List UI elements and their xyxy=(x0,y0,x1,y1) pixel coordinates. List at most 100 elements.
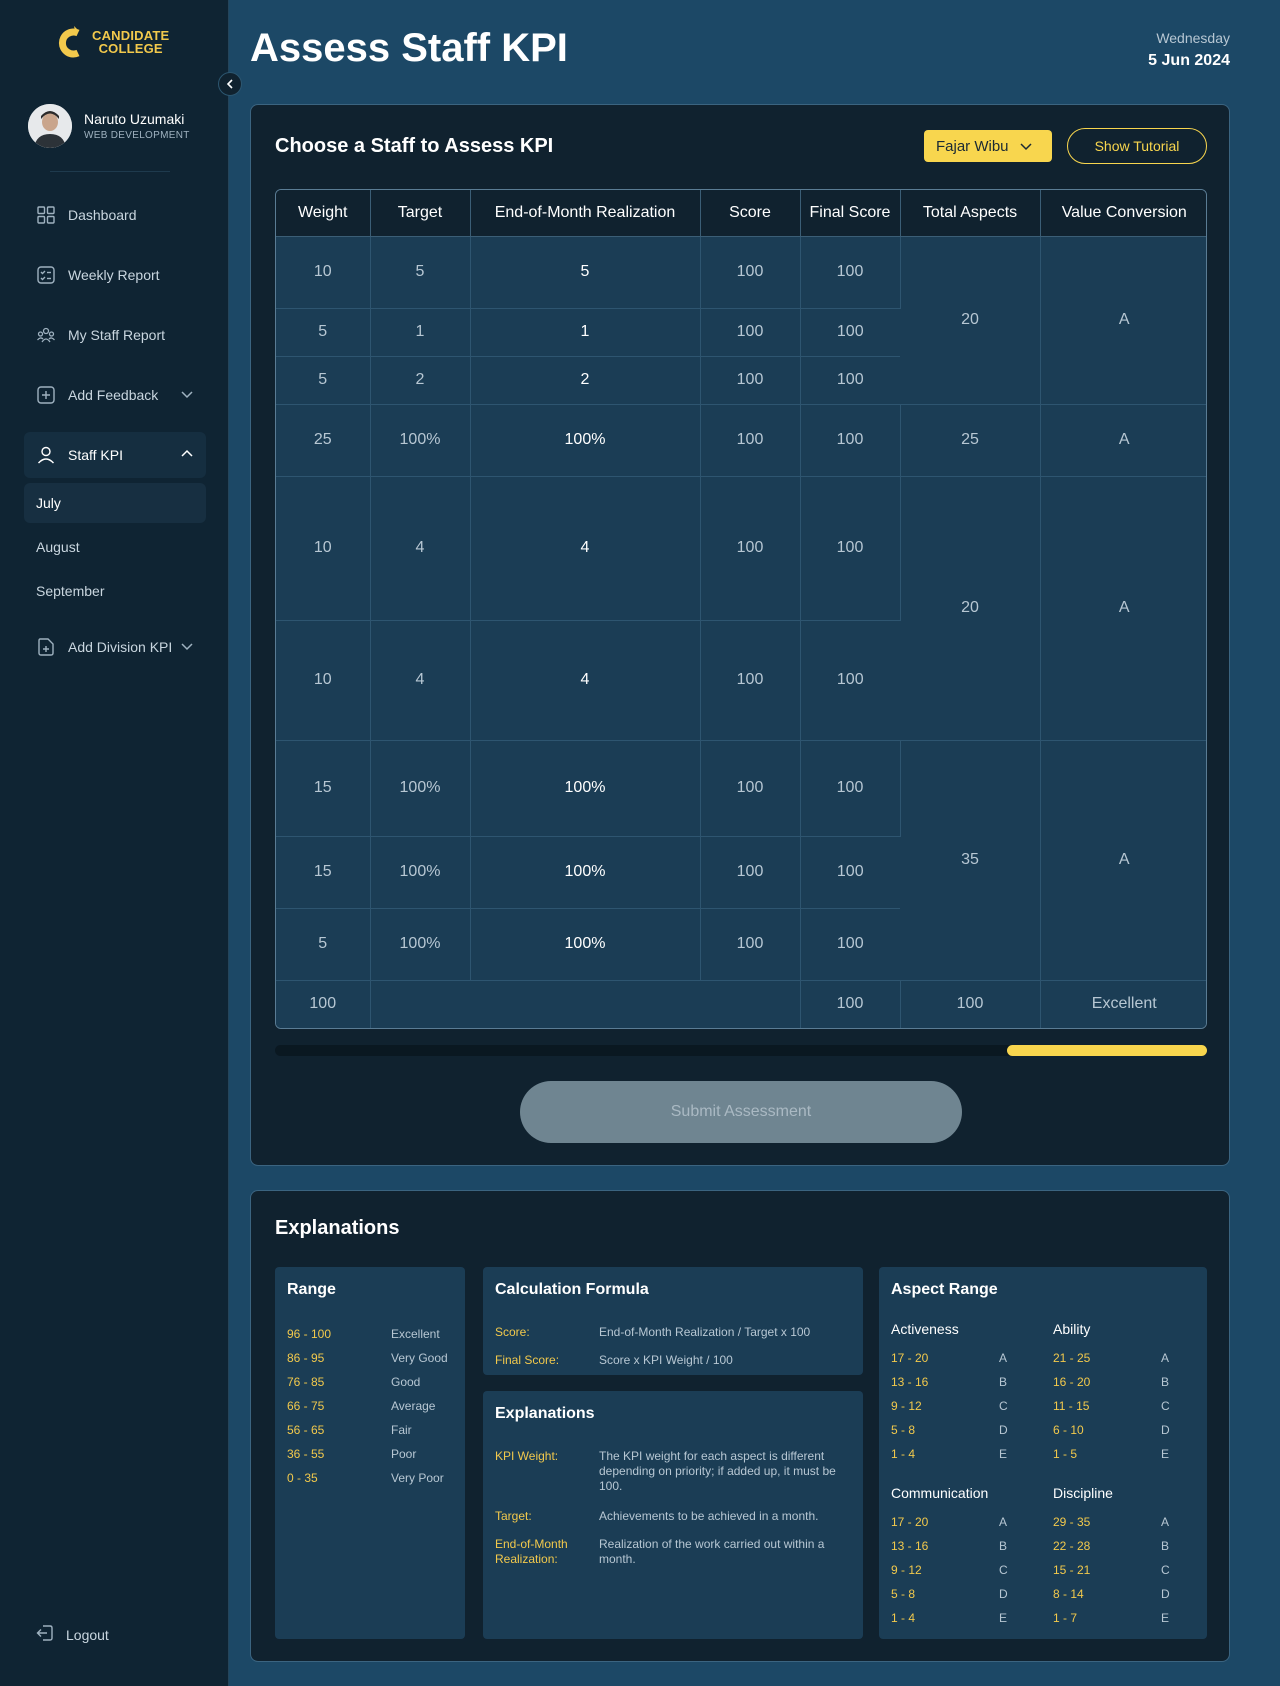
sidebar-item-add-division-kpi[interactable]: Add Division KPI xyxy=(24,624,206,670)
aspect-grade: C xyxy=(1161,1563,1170,1577)
aspect-range-value: 11 - 15 xyxy=(1053,1399,1090,1413)
sidebar-collapse-button[interactable] xyxy=(218,72,242,96)
definition-key: KPI Weight: xyxy=(495,1449,559,1463)
realization-cell[interactable]: 4 xyxy=(470,476,701,621)
aspect-grade: C xyxy=(999,1563,1008,1577)
date-display: Wednesday 5 Jun 2024 xyxy=(1148,30,1230,70)
plus-square-icon xyxy=(36,385,56,405)
avatar-icon xyxy=(28,104,72,148)
final-score-cell: 100 xyxy=(800,836,900,909)
chevron-left-icon xyxy=(226,79,233,89)
range-label: Good xyxy=(391,1375,421,1389)
sidebar-subitem-july[interactable]: July xyxy=(24,483,206,523)
sidebar-subitem-september[interactable]: September xyxy=(24,571,206,611)
user-profile[interactable]: Naruto Uzumaki WEB DEVELOPMENT xyxy=(28,104,190,148)
definition-value: Achievements to be achieved in a month. xyxy=(599,1509,819,1523)
submit-assessment-button[interactable]: Submit Assessment xyxy=(520,1081,962,1143)
aspect-group-title: Communication xyxy=(891,1485,989,1501)
aspect-grade: A xyxy=(1161,1351,1170,1365)
definition-value: The KPI weight for each aspect is differ… xyxy=(599,1449,836,1493)
table-scrollbar[interactable] xyxy=(275,1045,1207,1056)
range-value: 96 - 100 xyxy=(287,1327,332,1341)
aspect-grade: E xyxy=(1161,1447,1170,1461)
realization-cell[interactable]: 1 xyxy=(470,308,701,357)
score-cell: 100 xyxy=(700,356,801,405)
value-conversion-cell: A xyxy=(1040,476,1206,741)
realization-cell[interactable]: 2 xyxy=(470,356,701,405)
final-score-cell: 100 xyxy=(800,236,901,309)
aspect-range-value: 16 - 20 xyxy=(1053,1375,1091,1389)
show-tutorial-button[interactable]: Show Tutorial xyxy=(1067,128,1207,164)
aspect-grade: B xyxy=(1161,1539,1170,1553)
aspect-group-title: Discipline xyxy=(1053,1485,1113,1501)
aspect-grade: E xyxy=(999,1447,1008,1461)
total-aspects-sum-cell: 100 xyxy=(900,980,1041,1028)
realization-cell[interactable]: 100% xyxy=(470,836,701,909)
sidebar-item-staff-kpi[interactable]: Staff KPI xyxy=(24,432,206,478)
sidebar: CANDIDATE COLLEGE Naruto Uzumaki WEB DEV… xyxy=(0,0,229,1686)
aspect-range-value: 5 - 8 xyxy=(891,1587,916,1601)
realization-cell[interactable]: 4 xyxy=(470,620,701,741)
aspect-range-value: 13 - 16 xyxy=(891,1539,929,1553)
grid-icon xyxy=(36,205,56,225)
column-header: Target xyxy=(370,190,471,237)
range-value: 0 - 35 xyxy=(287,1471,318,1485)
sidebar-item-add-feedback[interactable]: Add Feedback xyxy=(24,372,206,418)
range-value: 66 - 75 xyxy=(287,1399,325,1413)
aspect-grade: B xyxy=(999,1539,1008,1553)
column-header: Final Score xyxy=(800,190,901,237)
realization-cell[interactable]: 100% xyxy=(470,404,701,477)
target-cell: 100% xyxy=(370,836,471,909)
target-cell: 4 xyxy=(370,620,471,741)
score-cell: 100 xyxy=(700,908,801,981)
score-cell: 100 xyxy=(700,236,801,309)
range-label: Excellent xyxy=(391,1327,440,1341)
aspect-range-value: 1 - 4 xyxy=(891,1611,916,1625)
score-cell: 100 xyxy=(700,404,801,477)
brand-logo[interactable]: CANDIDATE COLLEGE xyxy=(56,24,169,60)
table-row: 10 5 5 100 100 20 A xyxy=(276,236,1206,405)
aspect-grade: B xyxy=(1161,1375,1170,1389)
sidebar-item-label: Dashboard xyxy=(68,207,137,223)
sidebar-subitem-august[interactable]: August xyxy=(24,527,206,567)
realization-cell[interactable]: 100% xyxy=(470,740,701,837)
scrollbar-thumb[interactable] xyxy=(1006,1045,1207,1056)
range-label: Very Poor xyxy=(391,1471,444,1485)
final-score-cell: 100 xyxy=(800,356,900,405)
score-cell: 100 xyxy=(700,740,801,837)
realization-cell[interactable]: 100% xyxy=(470,908,701,981)
sidebar-subitem-label: July xyxy=(36,495,61,511)
range-label: Poor xyxy=(391,1447,417,1461)
sidebar-item-my-staff-report[interactable]: My Staff Report xyxy=(24,312,206,358)
range-value: 56 - 65 xyxy=(287,1423,325,1437)
sidebar-item-weekly-report[interactable]: Weekly Report xyxy=(24,252,206,298)
aspect-grade: C xyxy=(999,1399,1008,1413)
definition-key: End-of-Month Realization: xyxy=(495,1537,568,1566)
aspect-grade: D xyxy=(1161,1423,1170,1437)
weight-cell: 15 xyxy=(276,836,371,909)
aspect-grade: D xyxy=(999,1587,1008,1601)
weight-cell: 15 xyxy=(276,740,371,837)
aspect-range-title: Aspect Range xyxy=(891,1281,998,1298)
weight-cell: 5 xyxy=(276,308,371,357)
target-cell: 2 xyxy=(370,356,471,405)
staff-select-dropdown[interactable]: Fajar Wibu xyxy=(924,130,1052,162)
final-score-cell: 100 xyxy=(800,308,900,357)
logout-button[interactable]: Logout xyxy=(36,1624,109,1645)
sidebar-item-dashboard[interactable]: Dashboard xyxy=(24,192,206,238)
range-value: 36 - 55 xyxy=(287,1447,325,1461)
aspect-grade: E xyxy=(1161,1611,1170,1625)
target-cell: 4 xyxy=(370,476,471,621)
realization-cell[interactable]: 5 xyxy=(470,236,701,309)
aspect-range-value: 1 - 7 xyxy=(1053,1611,1078,1625)
brand-name: CANDIDATE COLLEGE xyxy=(92,28,170,56)
aspect-range-value: 1 - 5 xyxy=(1053,1447,1078,1461)
weight-cell: 5 xyxy=(276,356,371,405)
sidebar-item-label: Add Division KPI xyxy=(68,639,173,655)
team-icon xyxy=(36,325,56,345)
target-cell: 5 xyxy=(370,236,471,309)
table-row: 10 4 4 100 100 20 A xyxy=(276,476,1206,741)
aspect-grade: C xyxy=(1161,1399,1170,1413)
aspect-range-value: 29 - 35 xyxy=(1053,1515,1091,1529)
logout-label: Logout xyxy=(66,1626,109,1643)
